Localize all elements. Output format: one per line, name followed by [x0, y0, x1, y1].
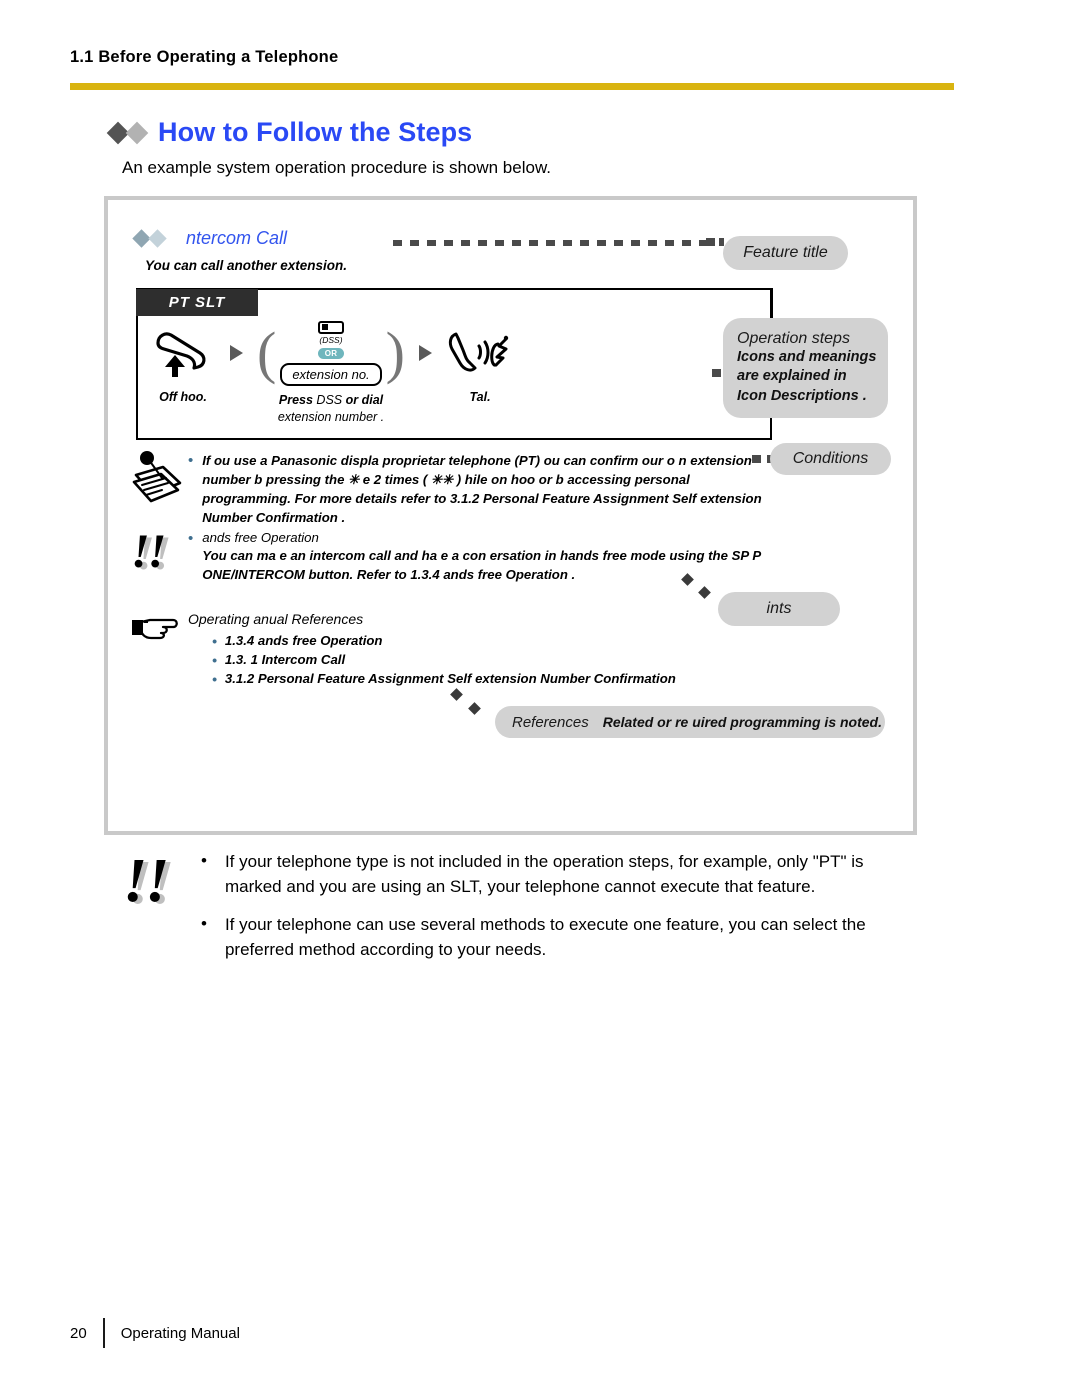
- callout-conditions-label: Conditions: [792, 450, 869, 467]
- note-item: • If your telephone type is not included…: [201, 850, 913, 899]
- footer-separator: [102, 1318, 105, 1348]
- leader-square-feature-a: [706, 238, 715, 246]
- bullet-dot: •: [212, 633, 217, 649]
- callout-references-body: Related or re uired programming is noted…: [602, 713, 882, 730]
- paren-open: (: [257, 319, 277, 385]
- page-title: How to Follow the Steps: [158, 117, 473, 147]
- dss-key-icon: [318, 320, 344, 334]
- bottom-note-block: !! !! • If your telephone type is not in…: [123, 850, 913, 977]
- note-text: If your telephone type is not included i…: [224, 852, 864, 896]
- page-footer: 20 Operating Manual: [70, 1318, 240, 1348]
- operation-step-1: Off hoo.: [150, 322, 216, 406]
- callout-hints: ints: [718, 592, 840, 626]
- bangbang-front: !!: [131, 525, 166, 578]
- or-badge: OR: [317, 347, 345, 359]
- list-item: • 1.3.4 ands free Operation: [212, 633, 676, 649]
- note-item: • If your telephone can use several meth…: [201, 913, 913, 962]
- header-rule: [70, 83, 954, 90]
- extension-number-pill: extension no.: [280, 362, 382, 386]
- callout-operation-steps-body: Icons and meanings are explained in Icon…: [737, 349, 877, 404]
- bullet-dot: •: [188, 530, 194, 547]
- bullet-dot: •: [212, 671, 217, 687]
- leader-square-feature-b: [719, 238, 724, 246]
- conditions-block: • If ou use a Panasonic displa proprieta…: [188, 452, 773, 528]
- references-heading: Operating anual References: [188, 611, 364, 627]
- operation-step-2: ( (DSS) OR extension no. ) Press DSS or …: [257, 319, 405, 426]
- hints-heading: ands free Operation: [202, 530, 319, 545]
- reference-text: 3.1.2 Personal Feature Assignment Self e…: [224, 671, 676, 686]
- callout-conditions: Conditions: [770, 443, 891, 475]
- bullet-dot: •: [188, 452, 194, 469]
- reference-text: 1.3.4 ands free Operation: [224, 633, 383, 648]
- callout-references: References Related or re uired programmi…: [495, 706, 885, 738]
- callout-feature-title: Feature title: [723, 236, 848, 270]
- callout-references-lead: References: [512, 713, 589, 731]
- bullet-dot: •: [212, 652, 217, 668]
- feature-title: ntercom Call: [186, 228, 288, 248]
- callout-operation-steps: Operation steps Icons and meanings are e…: [723, 318, 888, 418]
- leader-square-conditions-a: [752, 455, 761, 463]
- operation-step-1-label: Off hoo.: [159, 390, 207, 404]
- running-head: 1.1 Before Operating a Telephone: [70, 48, 339, 66]
- double-exclamation-icon: !! !!: [123, 850, 179, 914]
- section-intro-text: An example system operation procedure is…: [122, 158, 552, 177]
- callout-hints-label: ints: [766, 600, 792, 617]
- phone-type-tab: PT SLT: [136, 289, 258, 316]
- talk-handset-icon: [446, 322, 514, 384]
- leader-square-steps: [712, 369, 721, 377]
- footer-page-number: 20: [70, 1324, 87, 1342]
- callout-operation-steps-lead: Operation steps: [737, 330, 850, 348]
- bangbang-front: !!: [123, 847, 169, 915]
- feature-title-row: ntercom Call: [132, 228, 288, 249]
- diamond-icon-small-light: [148, 229, 167, 248]
- footer-manual-name: Operating Manual: [120, 1324, 240, 1342]
- operation-step-3-label: Tal.: [469, 390, 491, 404]
- section-heading: How to Follow the Steps: [106, 117, 473, 148]
- paren-close: ): [385, 319, 405, 385]
- conditions-text: If ou use a Panasonic displa proprietar …: [202, 453, 762, 525]
- operation-step-3: Tal.: [446, 322, 514, 406]
- note-text: If your telephone can use several method…: [224, 915, 866, 959]
- list-item: • 3.1.2 Personal Feature Assignment Self…: [212, 671, 676, 687]
- references-list: • 1.3.4 ands free Operation • 1.3. 1 Int…: [212, 633, 676, 690]
- flow-arrow-2: [405, 322, 446, 384]
- memo-note-icon: [126, 449, 188, 512]
- callout-feature-title-label: Feature title: [743, 244, 828, 261]
- diamond-icon-light: [125, 121, 149, 144]
- operation-step-2-label: Press DSS or dial extension number .: [277, 393, 385, 424]
- leader-line-steps-horizontal: [700, 288, 773, 290]
- flow-arrow-1: [216, 322, 257, 384]
- pointing-hand-icon: [130, 608, 184, 651]
- offhook-handset-icon: [150, 322, 216, 384]
- leader-line-feature-title: [393, 240, 708, 246]
- operation-steps-flow: Off hoo. ( (DSS) OR extension no. ) Pres…: [150, 319, 750, 426]
- leader-line-steps-vertical: [771, 288, 773, 320]
- double-exclamation-icon: !! !!: [131, 525, 173, 578]
- dss-caption: (DSS): [319, 334, 343, 345]
- feature-subtitle: You can call another extension.: [145, 258, 348, 273]
- list-item: • 1.3. 1 Intercom Call: [212, 652, 676, 668]
- reference-text: 1.3. 1 Intercom Call: [224, 652, 346, 667]
- bullet-dot: •: [201, 914, 207, 934]
- bullet-dot: •: [201, 851, 207, 870]
